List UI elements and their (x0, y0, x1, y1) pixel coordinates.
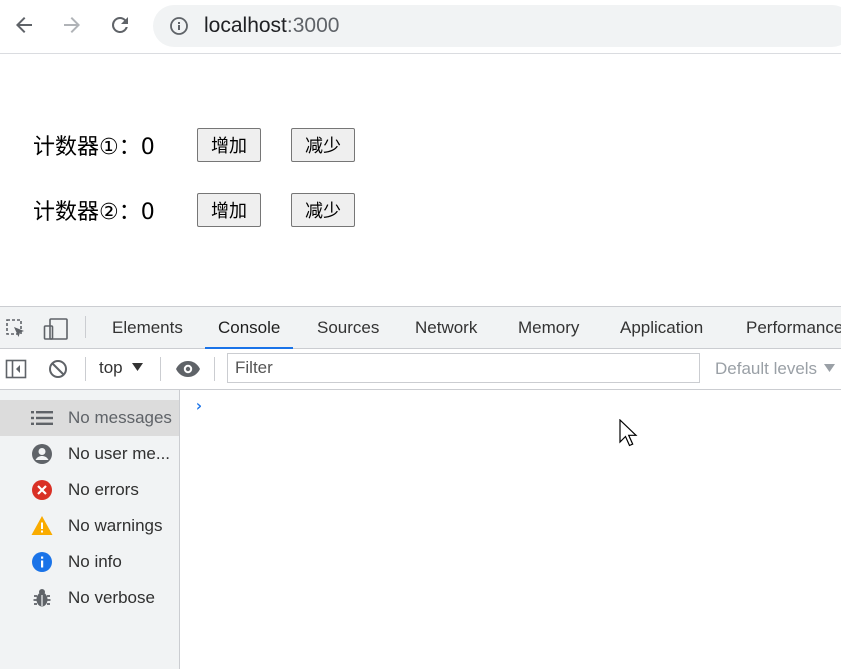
tab-network[interactable]: Network (415, 307, 477, 348)
sidebar-item-label: No messages (68, 408, 172, 427)
user-icon (31, 443, 53, 465)
arrow-left-icon (16, 17, 32, 33)
counter-2-value: 0 (140, 200, 155, 225)
sidebar-item-info[interactable]: No info (0, 544, 179, 580)
inspect-element-icon[interactable] (5, 318, 27, 340)
counter-1-label: 计数器①：0 (33, 135, 155, 160)
divider (160, 357, 161, 381)
sidebar-item-label: No warnings (68, 516, 163, 535)
tab-elements[interactable]: Elements (112, 307, 183, 348)
console-prompt[interactable]: › (194, 396, 204, 415)
sidebar-item-label: No user me... (68, 444, 171, 463)
counter-1-row: 计数器①：0 (33, 127, 197, 163)
sidebar-item-errors[interactable]: No errors (0, 472, 179, 508)
sidebar-item-user-messages[interactable]: No user me... (0, 436, 179, 472)
reload-button[interactable] (105, 10, 135, 40)
dropdown-arrow-icon (131, 363, 143, 371)
counter-1-increment-button[interactable]: 增加 (197, 128, 261, 162)
tab-performance[interactable]: Performance (746, 307, 841, 348)
devtools-tabbar: Elements Console Sources Network Memory … (0, 307, 841, 349)
tab-memory[interactable]: Memory (518, 307, 579, 348)
sidebar-item-verbose[interactable]: No verbose (0, 580, 179, 616)
divider (85, 357, 86, 381)
divider (85, 316, 86, 338)
list-icon (31, 407, 53, 429)
tab-application[interactable]: Application (620, 307, 703, 348)
console-filter[interactable] (227, 353, 700, 383)
error-icon (31, 479, 53, 501)
url-text: localhost:3000 (204, 14, 339, 38)
counter-1-value: 0 (140, 135, 155, 160)
divider (214, 357, 215, 381)
bug-icon (31, 587, 53, 609)
info-icon (31, 551, 53, 573)
sidebar-item-warnings[interactable]: No warnings (0, 508, 179, 544)
sidebar-item-label: No verbose (68, 588, 155, 607)
forward-button[interactable] (57, 10, 87, 40)
sidebar-item-messages[interactable]: No messages (0, 400, 179, 436)
counter-2-increment-button[interactable]: 增加 (197, 193, 261, 227)
tab-sources[interactable]: Sources (317, 307, 379, 348)
console-output[interactable]: › (180, 390, 841, 669)
url-host: localhost (204, 14, 287, 37)
log-levels-dropdown[interactable]: Default levels (715, 359, 836, 379)
address-bar[interactable]: localhost:3000 (153, 5, 841, 47)
filter-input[interactable] (233, 354, 677, 382)
device-toolbar-icon[interactable] (43, 317, 69, 341)
clear-console-icon[interactable] (47, 358, 69, 380)
sidebar-toggle-icon[interactable] (5, 358, 27, 380)
live-expression-eye-icon[interactable] (175, 359, 201, 379)
browser-toolbar: localhost:3000 (0, 0, 841, 54)
console-sidebar: No messages No user me... No errors No w… (0, 390, 180, 669)
counter-2-decrement-button[interactable]: 减少 (291, 193, 355, 227)
counter-2-row: 计数器②：0 (33, 192, 197, 228)
counter-1-decrement-button[interactable]: 减少 (291, 128, 355, 162)
devtools-panel: Elements Console Sources Network Memory … (0, 306, 841, 669)
sidebar-item-label: No info (68, 552, 122, 571)
context-selector[interactable]: top (99, 358, 143, 378)
back-button[interactable] (9, 10, 39, 40)
url-port: :3000 (286, 14, 340, 37)
mouse-cursor-icon (619, 419, 638, 447)
counter-2-label: 计数器②：0 (33, 200, 155, 225)
warning-icon (31, 515, 53, 537)
arrow-right-icon (64, 17, 80, 33)
reload-icon (112, 17, 128, 33)
console-toolbar: top Default levels (0, 349, 841, 390)
dropdown-arrow-icon (824, 364, 836, 372)
tab-console[interactable]: Console (204, 307, 294, 349)
site-info-icon[interactable] (169, 16, 189, 36)
sidebar-item-label: No errors (68, 480, 139, 499)
